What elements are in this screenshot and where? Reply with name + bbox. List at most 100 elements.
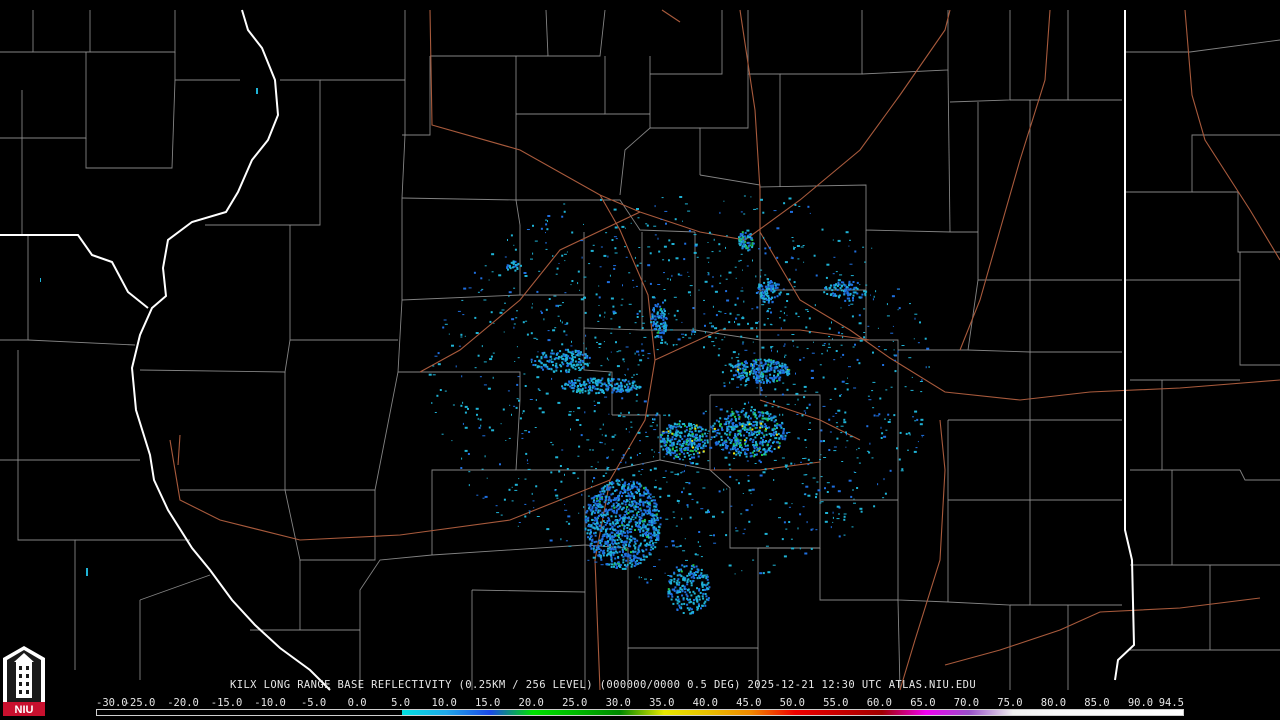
- echo-pixel: [680, 570, 683, 573]
- echo-pixel: [833, 256, 836, 258]
- echo-pixel: [854, 343, 856, 346]
- echo-pixel: [600, 564, 604, 566]
- echo-pixel: [764, 274, 767, 276]
- echo-pixel: [787, 468, 789, 470]
- echo-pixel: [616, 387, 619, 390]
- echo-pixel: [735, 356, 739, 358]
- echo-pixel: [537, 388, 540, 390]
- echo-pixel: [640, 577, 642, 578]
- echo-pixel: [565, 356, 568, 359]
- echo-pixel: [554, 327, 557, 329]
- echo-pixel: [805, 412, 807, 415]
- echo-pixel: [617, 414, 621, 417]
- echo-pixel: [839, 274, 843, 276]
- echo-pixel: [894, 359, 897, 361]
- echo-pixel: [761, 420, 764, 423]
- echo-pixel: [734, 266, 737, 268]
- echo-pixel: [712, 424, 715, 427]
- echo-pixel: [638, 493, 641, 495]
- echo-pixel: [719, 423, 722, 426]
- echo-pixel: [621, 534, 624, 537]
- echo-pixel: [738, 375, 741, 378]
- echo-pixel: [611, 563, 613, 566]
- echo-pixel: [843, 518, 846, 521]
- echo-pixel: [741, 362, 743, 365]
- echo-pixel: [647, 503, 650, 506]
- echo-pixel: [578, 512, 580, 514]
- echo-pixel: [568, 380, 571, 383]
- echo-pixel: [685, 482, 689, 484]
- echo-pixel: [668, 580, 671, 583]
- echo-pixel: [773, 282, 776, 285]
- echo-pixel: [639, 262, 642, 264]
- echo-pixel: [700, 568, 703, 571]
- echo-pixel: [844, 299, 847, 302]
- echo-pixel: [784, 306, 787, 308]
- echo-pixel: [813, 341, 814, 343]
- echo-pixel: [673, 314, 676, 317]
- echo-pixel: [746, 235, 749, 238]
- echo-pixel: [516, 398, 519, 400]
- echo-pixel: [675, 453, 678, 456]
- echo-pixel: [592, 449, 594, 451]
- echo-pixel: [614, 247, 617, 250]
- echo-pixel: [611, 435, 615, 438]
- echo-pixel: [613, 533, 616, 536]
- echo-pixel: [704, 445, 707, 448]
- echo-pixel: [810, 547, 813, 550]
- echo-pixel: [610, 378, 613, 380]
- echo-pixel: [753, 450, 756, 452]
- echo-pixel: [653, 566, 656, 567]
- echo-pixel: [807, 494, 811, 497]
- echo-pixel: [893, 349, 895, 351]
- echo-pixel: [852, 299, 854, 302]
- echo-pixel: [663, 456, 665, 458]
- echo-pixel: [759, 420, 762, 423]
- echo-pixel: [653, 505, 656, 508]
- echo-pixel: [751, 308, 754, 310]
- echo-pixel: [606, 488, 609, 491]
- echo-pixel: [549, 355, 552, 358]
- echo-pixel: [658, 250, 661, 253]
- echo-pixel: [698, 576, 701, 579]
- echo-pixel: [917, 342, 920, 344]
- echo-pixel: [574, 360, 577, 363]
- echo-pixel: [853, 498, 855, 500]
- echo-pixel: [914, 410, 918, 413]
- echo-pixel: [604, 522, 606, 523]
- echo-pixel: [761, 411, 764, 414]
- echo-pixel: [677, 338, 681, 341]
- echo-pixel: [645, 555, 648, 558]
- legend-label: 25.0: [562, 697, 588, 709]
- echo-pixel: [756, 208, 759, 210]
- echo-pixel: [761, 285, 764, 288]
- echo-pixel: [619, 462, 622, 463]
- echo-pixel: [702, 450, 705, 453]
- echo-pixel: [678, 423, 681, 426]
- echo-pixel: [782, 428, 785, 431]
- echo-pixel: [777, 432, 780, 435]
- echo-pixel: [577, 282, 579, 285]
- echo-pixel: [670, 426, 673, 429]
- echo-pixel: [584, 411, 586, 414]
- echo-pixel: [843, 284, 846, 287]
- echo-pixel: [697, 568, 700, 571]
- echo-pixel: [631, 376, 634, 378]
- echo-pixel: [917, 441, 919, 443]
- echo-pixel: [792, 340, 794, 342]
- echo-pixel: [548, 359, 551, 362]
- echo-pixel: [467, 407, 469, 410]
- echo-pixel: [777, 446, 780, 449]
- echo-pixel: [526, 229, 530, 230]
- echo-pixel: [849, 263, 853, 265]
- echo-pixel: [570, 345, 573, 347]
- echo-pixel: [593, 477, 596, 479]
- echo-pixel: [781, 457, 785, 459]
- echo-pixel: [775, 430, 778, 433]
- echo-pixel: [890, 386, 893, 388]
- echo-pixel: [577, 455, 580, 457]
- echo-pixel: [624, 227, 626, 229]
- echo-pixel: [524, 503, 527, 505]
- echo-pixel: [808, 403, 811, 406]
- echo-pixel: [540, 311, 543, 314]
